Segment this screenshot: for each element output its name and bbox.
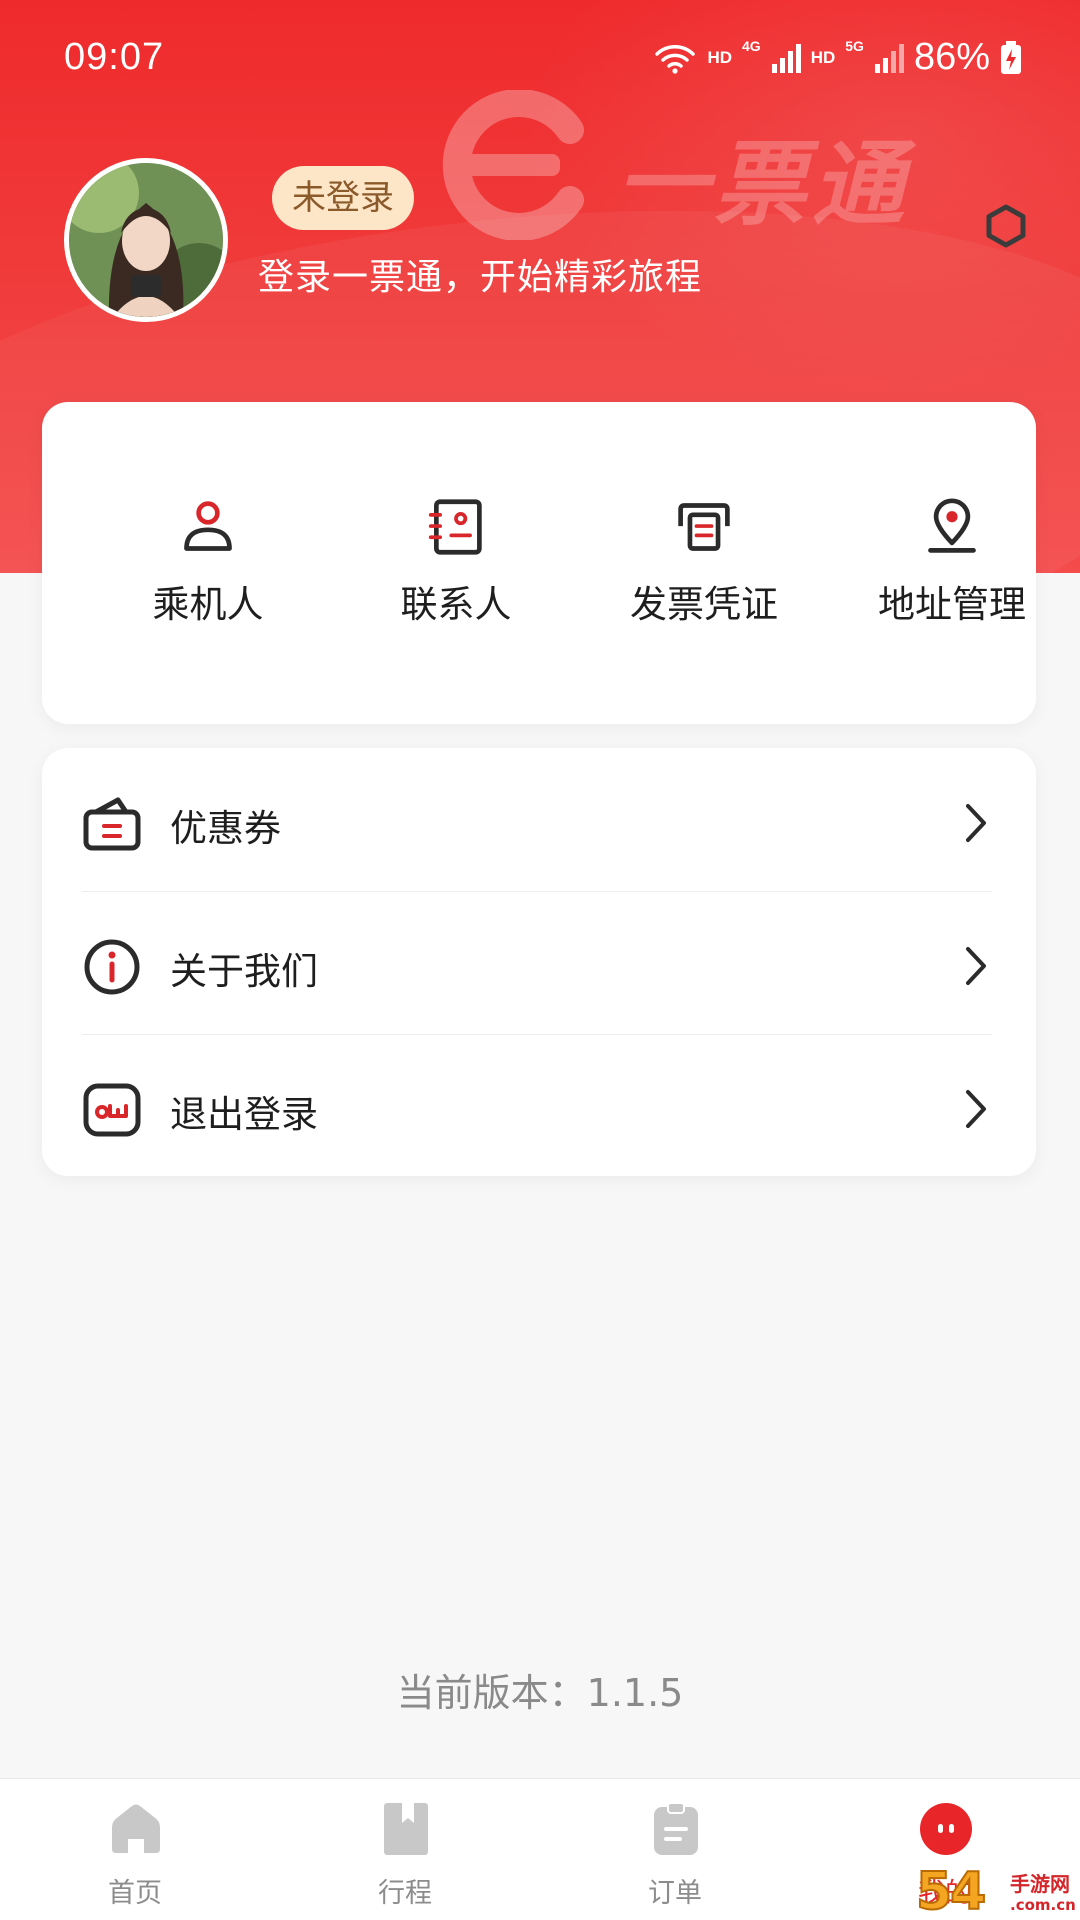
settings-hex-icon[interactable] <box>984 204 1028 248</box>
info-circle-icon <box>84 939 140 995</box>
quick-action-label: 地址管理 <box>878 583 1026 626</box>
tab-label: 订单 <box>648 1878 702 1909</box>
site-watermark-domain: .com.cn <box>1010 1896 1076 1914</box>
chevron-right-icon <box>966 804 986 842</box>
login-status-badge[interactable]: 未登录 <box>272 166 414 230</box>
avatar-image <box>69 163 223 317</box>
network-type-4g: 4G <box>742 37 761 54</box>
site-watermark: 54 手游网 .com.cn <box>915 1861 1080 1920</box>
hd-indicator: HD <box>707 47 732 67</box>
status-bar: 09:07 HD 4G HD 5G 86% <box>0 0 1080 120</box>
invoice-printer-icon <box>678 503 730 551</box>
quick-action-passenger[interactable]: 乘机人 <box>108 498 308 628</box>
tab-trips[interactable]: 行程 <box>270 1779 540 1920</box>
menu-card: 优惠券 关于我们 退出登录 <box>42 748 1036 1176</box>
contacts-book-icon <box>428 499 482 555</box>
bookmark-icon <box>384 1803 428 1855</box>
quick-action-invoice[interactable]: 发票凭证 <box>604 498 804 628</box>
quick-actions-card: 乘机人 联系人 发票凭证 地址管理 <box>42 402 1036 724</box>
login-hint-text[interactable]: 登录一票通，开始精彩旅程 <box>258 248 702 300</box>
tab-home[interactable]: 首页 <box>0 1779 270 1920</box>
menu-item-label: 退出登录 <box>170 1093 318 1136</box>
signal-icon-2 <box>874 43 904 73</box>
status-indicators: HD 4G HD 5G 86% <box>653 36 1022 79</box>
site-watermark-number: 54 <box>915 1861 987 1920</box>
avatar[interactable] <box>64 158 228 322</box>
battery-charging-icon <box>1001 40 1021 74</box>
logout-icon <box>83 1083 141 1137</box>
home-icon <box>112 1804 160 1853</box>
menu-item-logout[interactable]: 退出登录 <box>42 1034 1036 1177</box>
quick-action-label: 联系人 <box>400 583 512 626</box>
location-pin-icon <box>928 498 976 553</box>
tab-orders[interactable]: 订单 <box>540 1779 810 1920</box>
clipboard-icon <box>654 1802 698 1855</box>
chevron-right-icon <box>966 947 986 985</box>
site-watermark-name: 手游网 <box>1010 1872 1070 1896</box>
quick-action-label: 发票凭证 <box>630 583 778 626</box>
status-time: 09:07 <box>64 36 165 78</box>
wifi-icon <box>655 44 696 74</box>
passenger-icon <box>184 501 232 551</box>
tab-label: 首页 <box>108 1878 162 1909</box>
menu-item-label: 优惠券 <box>170 807 281 850</box>
tab-label: 行程 <box>378 1878 432 1909</box>
version-text: 当前版本：1.1.5 <box>396 1671 684 1715</box>
coupon-wallet-icon <box>83 797 141 851</box>
signal-icon <box>771 43 801 73</box>
network-type-5g: 5G <box>845 37 864 54</box>
quick-action-contacts[interactable]: 联系人 <box>356 498 556 628</box>
quick-action-label: 乘机人 <box>152 583 264 626</box>
menu-item-label: 关于我们 <box>170 950 318 993</box>
profile-face-icon <box>920 1803 972 1855</box>
hd-indicator-2: HD <box>810 47 836 67</box>
menu-item-coupons[interactable]: 优惠券 <box>42 748 1036 891</box>
chevron-right-icon <box>966 1090 986 1128</box>
brand-watermark-text: 一票通 <box>616 130 911 238</box>
quick-action-address[interactable]: 地址管理 <box>852 498 1052 628</box>
battery-percent: 86% <box>913 36 990 78</box>
menu-item-about[interactable]: 关于我们 <box>42 891 1036 1034</box>
